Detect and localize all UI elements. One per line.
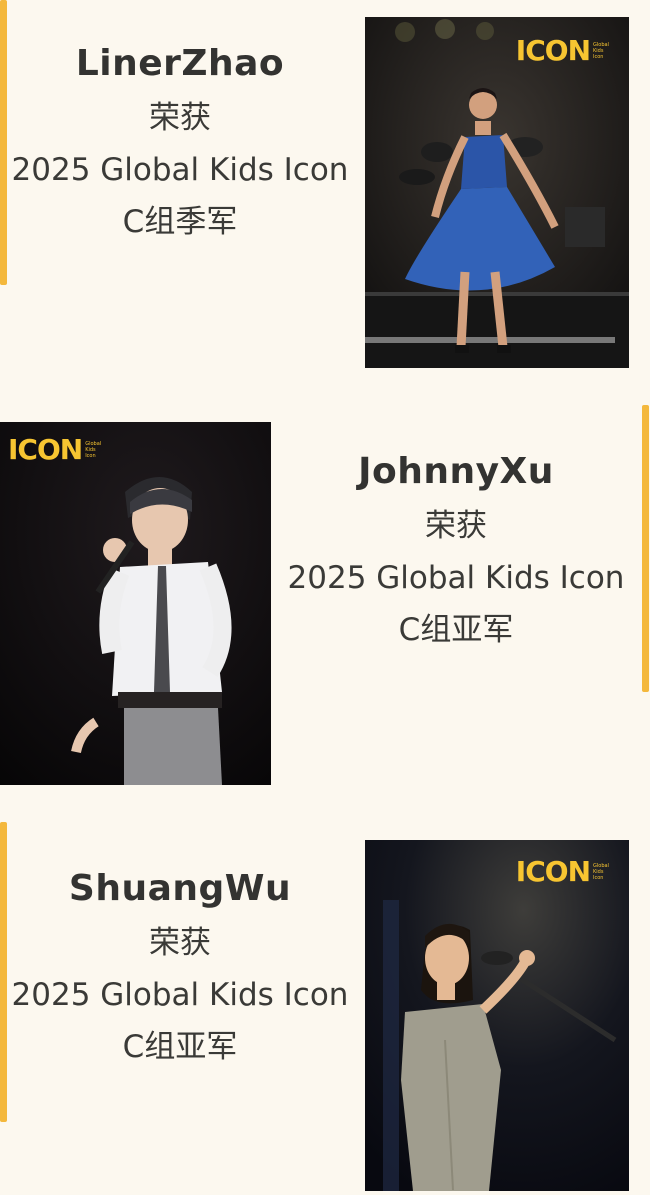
honor-label: 荣获 [149,100,211,136]
honor-label: 荣获 [149,925,211,961]
logo-word: ICON [515,855,591,888]
performer-photo: ICON Global Kids Icon [365,17,629,368]
event-name: 2025 Global Kids Icon [11,152,349,188]
award-result: C组亚军 [398,612,514,648]
performer-photo: ICON Global Kids Icon [0,422,271,785]
award-result: C组季军 [122,204,238,240]
winner-name: LinerZhao [75,43,285,84]
icon-logo: ICON Global Kids Icon [8,436,107,464]
event-name: 2025 Global Kids Icon [287,560,625,596]
award-card-1: LinerZhao 荣获 2025 Global Kids Icon C组季军 [0,0,650,400]
logo-word: ICON [8,433,83,466]
honor-label: 荣获 [425,508,487,544]
logo-tagline: Global Kids Icon [593,863,609,881]
award-text: LinerZhao 荣获 2025 Global Kids Icon C组季军 [0,42,360,248]
winner-name: JohnnyXu [358,451,554,492]
event-name: 2025 Global Kids Icon [11,977,349,1013]
performer-photo: ICON Global Kids Icon [365,840,629,1191]
award-card-3: ShuangWu 荣获 2025 Global Kids Icon C组亚军 I… [0,810,650,1195]
icon-logo: ICON Global Kids Icon [516,37,615,65]
award-card-2: ICON Global Kids Icon JohnnyXu 荣获 2025 G… [0,400,650,810]
logo-tagline: Global Kids Icon [85,441,102,459]
award-text: ShuangWu 荣获 2025 Global Kids Icon C组亚军 [0,867,360,1073]
logo-word: ICON [515,34,591,67]
winner-name: ShuangWu [68,868,292,909]
accent-bar [642,405,649,692]
logo-tagline: Global Kids Icon [593,42,609,60]
award-text: JohnnyXu 荣获 2025 Global Kids Icon C组亚军 [276,450,636,656]
award-result: C组亚军 [122,1029,238,1065]
icon-logo: ICON Global Kids Icon [516,858,615,886]
